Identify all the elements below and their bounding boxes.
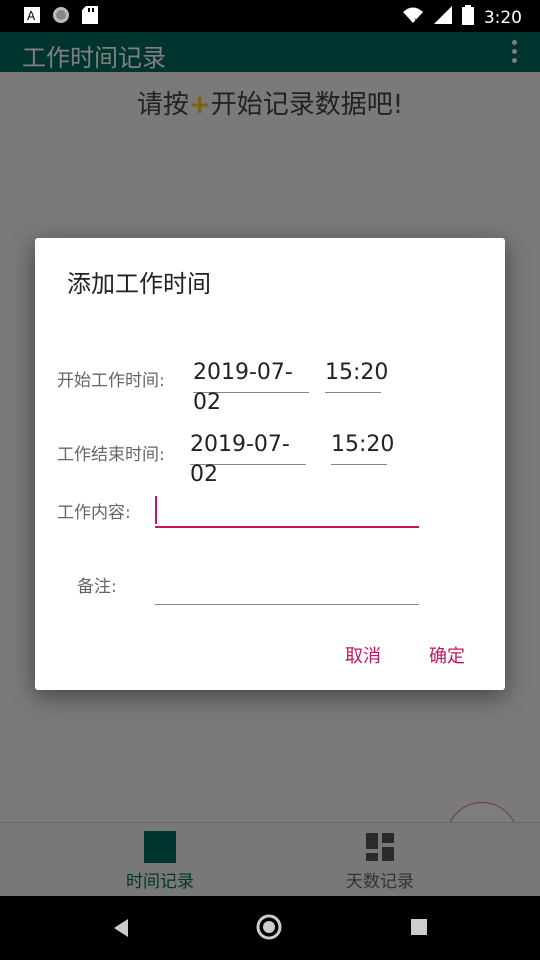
note-input[interactable] bbox=[159, 572, 415, 602]
note-underline bbox=[155, 604, 419, 605]
back-icon[interactable] bbox=[112, 918, 130, 942]
dialog-title: 添加工作时间 bbox=[67, 270, 211, 298]
content-label: 工作内容: bbox=[57, 503, 131, 523]
recents-icon[interactable] bbox=[410, 918, 428, 940]
start-time-field[interactable]: 15:20 bbox=[325, 358, 388, 393]
content-underline bbox=[155, 526, 419, 528]
confirm-button[interactable]: 确定 bbox=[429, 642, 465, 668]
note-label: 备注: bbox=[77, 577, 117, 597]
system-nav-bar bbox=[0, 896, 540, 960]
circle-icon bbox=[52, 6, 70, 28]
end-date-field[interactable]: 2019-07-02 bbox=[190, 430, 306, 487]
svg-text:A: A bbox=[27, 9, 36, 23]
add-work-time-dialog: 添加工作时间 开始工作时间: 2019-07-02 15:20 工作结束时间: … bbox=[35, 238, 505, 690]
status-bar: A x 3:20 bbox=[0, 0, 540, 32]
signal-icon bbox=[433, 6, 452, 29]
sd-card-icon bbox=[82, 6, 98, 28]
work-content-input[interactable] bbox=[159, 494, 415, 524]
text-cursor bbox=[155, 496, 157, 524]
end-time-field[interactable]: 15:20 bbox=[331, 430, 394, 465]
end-time-label: 工作结束时间: bbox=[57, 445, 165, 465]
svg-text:x: x bbox=[414, 16, 419, 24]
battery-icon bbox=[461, 5, 474, 30]
a-badge-icon: A bbox=[24, 7, 40, 27]
status-time: 3:20 bbox=[483, 7, 522, 28]
start-time-label: 开始工作时间: bbox=[57, 371, 165, 391]
wifi-icon: x bbox=[402, 6, 424, 29]
start-date-field[interactable]: 2019-07-02 bbox=[193, 358, 309, 415]
home-icon[interactable] bbox=[256, 914, 282, 944]
cancel-button[interactable]: 取消 bbox=[345, 642, 381, 668]
